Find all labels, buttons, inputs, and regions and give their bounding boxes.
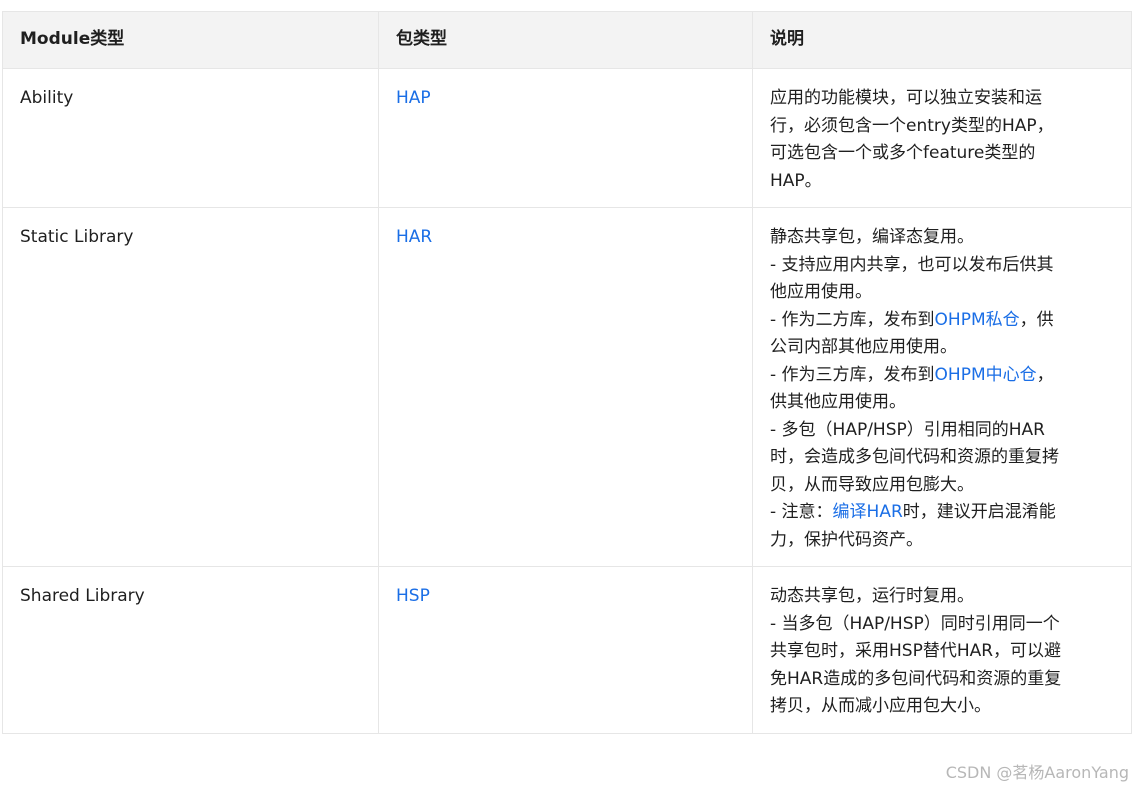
description-line: 贝，从而导致应用包膨大。 [770,474,974,495]
header-description: 说明 [752,11,1132,69]
description-line: HAP。 [770,170,822,191]
ohpm-private-repo-link[interactable]: OHPM私仓 [935,310,1020,330]
description-line: 应用的功能模块，可以独立安装和运 [770,88,1042,108]
description-line: - 作为三方库，发布到OHPM中心仓， [770,362,1114,390]
description-line: 免HAR造成的多包间代码和资源的重复 [770,668,1062,689]
description-line: - 注意：编译HAR时，建议开启混淆能 [770,499,1114,527]
description-line: 力，保护代码资产。 [770,529,923,550]
module-type-cell: Shared Library [2,566,379,734]
description-text: ，供 [1019,309,1054,330]
har-link[interactable]: HAR [396,227,432,247]
description-text: 时，建议开启混淆能 [902,502,1056,522]
description-line: 行，必须包含一个entry类型的HAP， [770,115,1054,136]
watermark: CSDN @茗杨AaronYang [945,763,1129,782]
description-line: 供其他应用使用。 [770,392,906,412]
description-text: - 作为三方库，发布到 [770,364,935,385]
description-text: - 作为二方库，发布到 [770,309,935,330]
description-line: 拷贝，从而减小应用包大小。 [770,696,991,716]
hsp-link[interactable]: HSP [396,586,430,606]
description-cell: 动态共享包，运行时复用。 - 当多包（HAP/HSP）同时引用同一个 共享包时，… [752,566,1132,734]
description-line: 可选包含一个或多个feature类型的 [770,143,1036,163]
description-line: 动态共享包，运行时复用。 [770,586,974,606]
compile-har-link[interactable]: 编译HAR [833,502,903,522]
description-line: 公司内部其他应用使用。 [770,337,957,357]
module-type-cell: Ability [2,68,379,208]
description-line: 静态共享包，编译态复用。 [770,227,974,247]
description-line: 共享包时，采用HSP替代HAR，可以避 [770,641,1062,661]
table-row: Ability HAP 应用的功能模块，可以独立安装和运 行，必须包含一个ent… [2,68,1132,208]
description-line: - 当多包（HAP/HSP）同时引用同一个 [770,613,1060,634]
table-row: Shared Library HSP 动态共享包，运行时复用。 - 当多包（HA… [2,566,1132,734]
ohpm-central-repo-link[interactable]: OHPM中心仓 [935,365,1037,385]
description-line: - 作为二方库，发布到OHPM私仓，供 [770,307,1114,335]
package-type-cell: HSP [378,566,753,734]
description-line: 时，会造成多包间代码和资源的重复拷 [770,447,1059,467]
package-type-cell: HAP [378,68,753,208]
table-header-row: Module类型 包类型 说明 [2,11,1132,69]
description-cell: 静态共享包，编译态复用。 - 支持应用内共享，也可以发布后供其 他应用使用。 -… [752,207,1132,567]
header-module-type: Module类型 [2,11,379,69]
header-package-type: 包类型 [378,11,753,69]
description-line: 他应用使用。 [770,282,872,302]
description-text: - 注意： [770,502,833,522]
description-cell: 应用的功能模块，可以独立安装和运 行，必须包含一个entry类型的HAP， 可选… [752,68,1132,208]
description-line: - 支持应用内共享，也可以发布后供其 [770,254,1054,275]
description-text: ， [1036,364,1054,385]
hap-link[interactable]: HAP [396,88,431,108]
table-row: Static Library HAR 静态共享包，编译态复用。 - 支持应用内共… [2,207,1132,567]
package-type-cell: HAR [378,207,753,567]
module-type-table: Module类型 包类型 说明 Ability HAP 应用的功能模块，可以独立… [2,11,1132,734]
description-line: - 多包（HAP/HSP）引用相同的HAR [770,419,1045,440]
module-type-cell: Static Library [2,207,379,567]
